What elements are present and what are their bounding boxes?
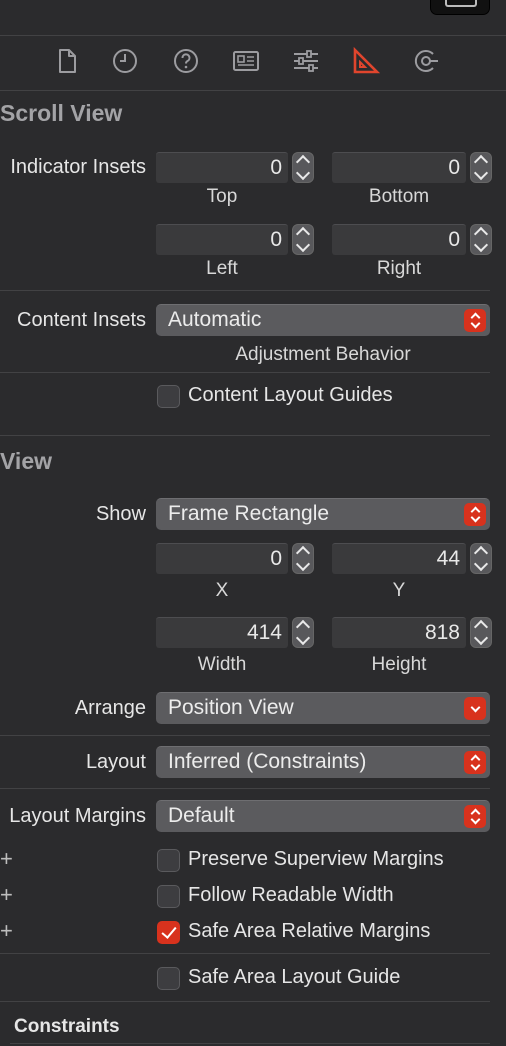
inset-right-stepper[interactable] — [470, 224, 492, 255]
inset-bottom-field[interactable]: 0 — [332, 152, 466, 183]
layout-margins-popup[interactable]: Default — [156, 800, 490, 832]
divider — [0, 290, 490, 291]
arrange-popup[interactable]: Position View — [156, 692, 490, 724]
layout-popup[interactable]: Inferred (Constraints) — [156, 746, 490, 778]
safe-area-relative-margins-label: Safe Area Relative Margins — [188, 920, 431, 942]
inset-top-stepper[interactable] — [292, 152, 314, 183]
safe-area-relative-margins-checkbox[interactable] — [157, 921, 180, 944]
content-layout-guides-label: Content Layout Guides — [188, 384, 393, 406]
arrange-value: Position View — [168, 696, 294, 719]
frame-x-stepper[interactable] — [292, 543, 314, 574]
quick-help-icon[interactable] — [171, 46, 201, 76]
identity-inspector-icon[interactable] — [231, 46, 261, 76]
inset-top-field[interactable]: 0 — [156, 152, 288, 183]
inset-top-label: Top — [206, 186, 238, 207]
frame-y-label: Y — [392, 580, 406, 601]
layout-value: Inferred (Constraints) — [168, 750, 367, 773]
frame-height-stepper[interactable] — [470, 617, 492, 648]
layout-margins-value: Default — [168, 804, 235, 827]
library-icon — [445, 0, 477, 7]
content-insets-value: Automatic — [168, 308, 262, 331]
inset-left-label: Left — [206, 258, 238, 279]
divider — [0, 435, 490, 436]
arrange-label: Arrange — [74, 697, 146, 719]
frame-height-label: Height — [371, 654, 427, 675]
inset-bottom-stepper[interactable] — [470, 152, 492, 183]
inset-bottom-label: Bottom — [368, 186, 430, 207]
divider — [0, 35, 506, 36]
safe-area-layout-guide-label: Safe Area Layout Guide — [188, 966, 401, 988]
content-insets-label: Content Insets — [17, 309, 146, 331]
plus-icon[interactable]: + — [0, 848, 13, 870]
up-down-arrows-icon — [464, 805, 486, 828]
inset-right-label: Right — [376, 258, 422, 279]
frame-width-stepper[interactable] — [292, 617, 314, 648]
adjustment-behavior-label: Adjustment Behavior — [235, 344, 411, 365]
follow-readable-width-checkbox[interactable] — [157, 885, 180, 908]
frame-y-field[interactable]: 44 — [332, 543, 466, 574]
frame-width-label: Width — [197, 654, 247, 675]
layout-margins-label: Layout Margins — [9, 805, 146, 827]
up-down-arrows-icon — [464, 503, 486, 526]
frame-x-label: X — [215, 580, 229, 601]
inset-right-field[interactable]: 0 — [332, 224, 466, 255]
content-insets-popup[interactable]: Automatic — [156, 304, 490, 336]
library-button[interactable] — [430, 0, 490, 15]
show-label: Show — [95, 503, 146, 525]
connections-inspector-icon[interactable] — [411, 46, 441, 76]
frame-height-field[interactable]: 818 — [332, 617, 466, 648]
content-layout-guides-checkbox[interactable] — [157, 385, 180, 408]
layout-label: Layout — [85, 751, 146, 773]
inset-left-stepper[interactable] — [292, 224, 314, 255]
inset-left-field[interactable]: 0 — [156, 224, 288, 255]
frame-y-stepper[interactable] — [470, 543, 492, 574]
divider — [0, 90, 506, 91]
up-down-arrows-icon — [464, 751, 486, 774]
scroll-view-section-title: Scroll View — [0, 100, 123, 126]
frame-width-field[interactable]: 414 — [156, 617, 288, 648]
constraints-section-title: Constraints — [14, 1016, 120, 1037]
divider — [0, 788, 490, 789]
safe-area-layout-guide-checkbox[interactable] — [157, 967, 180, 990]
file-inspector-icon[interactable] — [52, 46, 82, 76]
chevron-down-icon — [464, 697, 486, 720]
view-section-title: View — [0, 448, 52, 474]
attributes-inspector-icon[interactable] — [291, 46, 321, 76]
plus-icon[interactable]: + — [0, 884, 13, 906]
indicator-insets-label: Indicator Insets — [10, 156, 146, 178]
divider — [0, 735, 490, 736]
divider — [10, 1043, 490, 1044]
divider — [0, 1001, 490, 1002]
divider — [0, 372, 490, 373]
history-inspector-icon[interactable] — [110, 46, 140, 76]
follow-readable-width-label: Follow Readable Width — [188, 884, 394, 906]
divider — [0, 953, 490, 954]
show-value: Frame Rectangle — [168, 502, 330, 525]
frame-x-field[interactable]: 0 — [156, 543, 288, 574]
size-inspector-icon[interactable] — [351, 46, 381, 76]
preserve-superview-margins-label: Preserve Superview Margins — [188, 848, 444, 870]
show-popup[interactable]: Frame Rectangle — [156, 498, 490, 530]
up-down-arrows-icon — [464, 309, 486, 332]
preserve-superview-margins-checkbox[interactable] — [157, 849, 180, 872]
plus-icon[interactable]: + — [0, 920, 13, 942]
